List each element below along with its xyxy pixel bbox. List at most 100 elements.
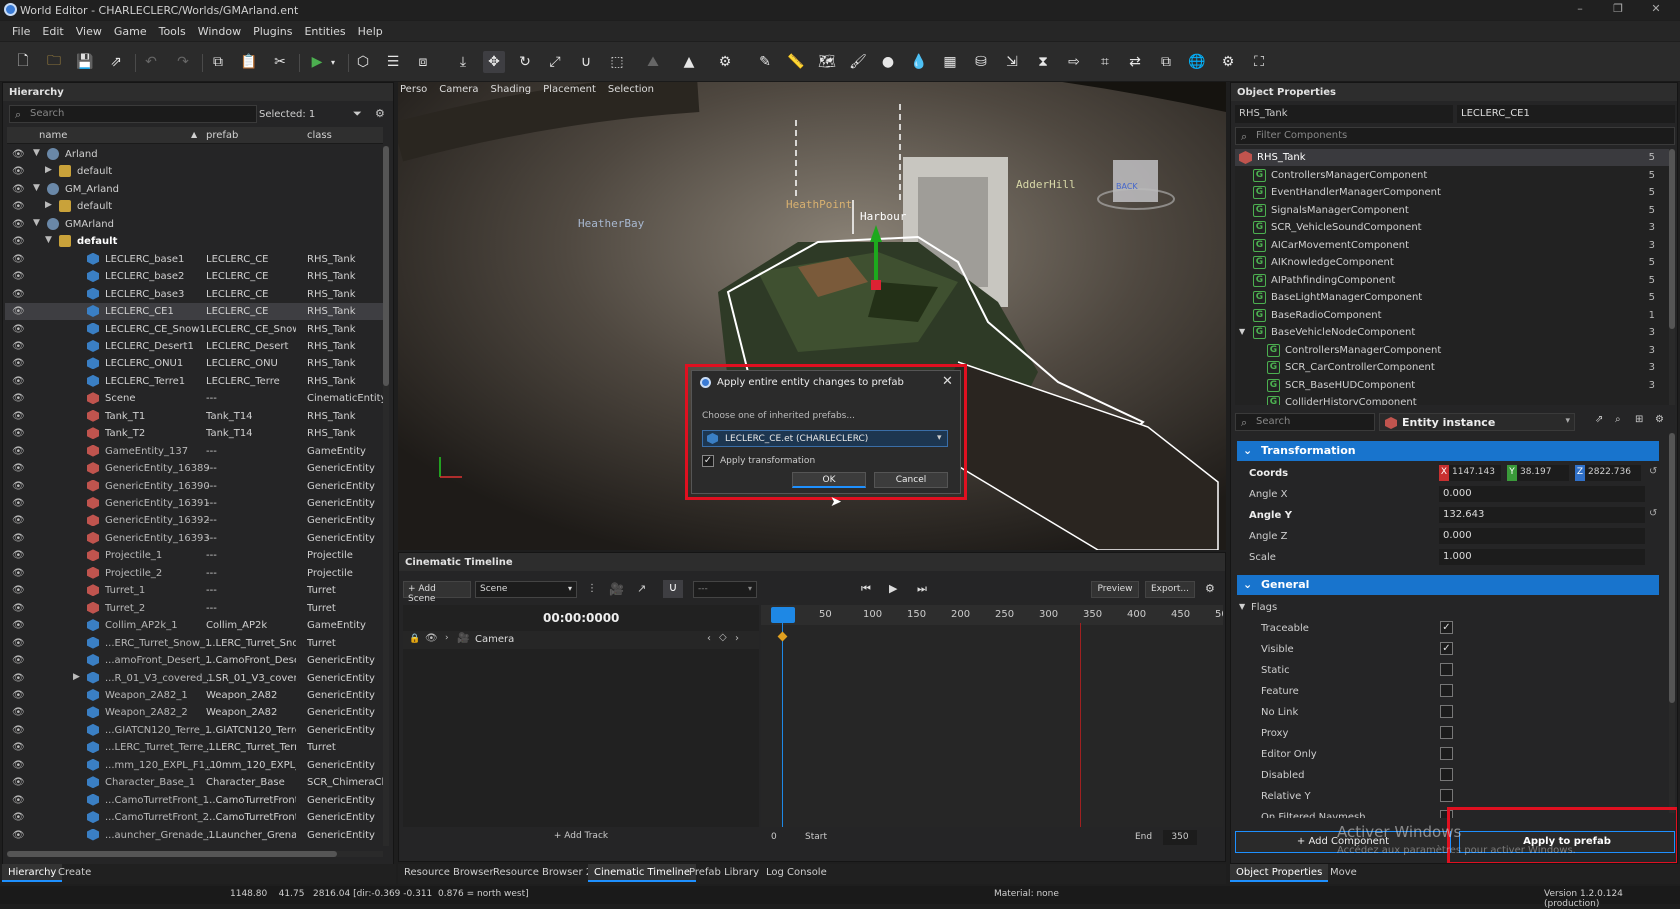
- properties-vscroll[interactable]: [1669, 433, 1675, 813]
- snap-icon[interactable]: ⧈: [412, 51, 434, 73]
- flag-checkbox[interactable]: [1440, 726, 1453, 739]
- flags-row[interactable]: ▼ Flags: [1231, 597, 1671, 617]
- visibility-eye-icon[interactable]: 👁: [12, 515, 25, 526]
- hierarchy-row[interactable]: 👁 Character_Base_1 Character_Base SCR_Chime…: [5, 774, 383, 791]
- hierarchy-row[interactable]: 👁 ...ERC_Turret_Snow_1...LERC_Turret_Snow…: [5, 635, 383, 652]
- hierarchy-row[interactable]: 👁 ▼ Arland: [5, 146, 383, 163]
- track-select[interactable]: --- ▾: [693, 581, 757, 598]
- sort-up-icon[interactable]: ▲: [191, 130, 197, 139]
- hierarchy-row[interactable]: 👁 ...auncher_Grenade_1...Launcher_Grenade…: [5, 827, 383, 844]
- visibility-eye-icon[interactable]: 👁: [12, 585, 25, 596]
- stack-icon[interactable]: ⧉: [1155, 51, 1177, 73]
- visibility-eye-icon[interactable]: 👁: [12, 201, 25, 212]
- next-key-icon[interactable]: ›: [735, 633, 739, 644]
- hierarchy-row[interactable]: 👁 Tank_T2 Tank_T14 RHS_Tank: [5, 425, 383, 442]
- tab-move[interactable]: Move: [1324, 864, 1363, 882]
- visibility-eye-icon[interactable]: 👁: [12, 533, 25, 544]
- visibility-eye-icon[interactable]: 👁: [12, 707, 25, 718]
- place-icon[interactable]: ⤓: [452, 51, 474, 73]
- hierarchy-row[interactable]: 👁 LECLERC_base3 LECLERC_CE RHS_Tank: [5, 286, 383, 303]
- component-row[interactable]: ▼ G BaseVehicleNodeComponent 3: [1235, 324, 1671, 341]
- select-rect-icon[interactable]: ⬚: [606, 51, 628, 73]
- visibility-eye-icon[interactable]: 👁: [12, 184, 25, 195]
- close-window-button[interactable]: ✕: [1648, 2, 1664, 18]
- track-row-camera[interactable]: 🔒 👁 › 🎥 Camera ‹ ◇ ›: [403, 631, 759, 649]
- undo-icon[interactable]: ↶: [140, 51, 162, 73]
- component-row[interactable]: G BaseRadioComponent 1: [1235, 307, 1671, 324]
- play-dropdown-icon[interactable]: ▾: [322, 51, 344, 73]
- visibility-eye-icon[interactable]: 👁: [12, 236, 25, 247]
- reset-icon[interactable]: ↺: [1649, 508, 1657, 519]
- coord-z-input[interactable]: 2822.736: [1585, 465, 1641, 481]
- entity-name-field[interactable]: LECLERC_CE1: [1457, 105, 1675, 123]
- tab-resource-browser[interactable]: Resource Browser: [398, 864, 500, 882]
- hierarchy-row[interactable]: 👁 ▶ ...R_01_V3_covered_1...SR_01_V3_covere…: [5, 670, 383, 687]
- hierarchy-row[interactable]: 👁 Tank_T1 Tank_T14 RHS_Tank: [5, 408, 383, 425]
- open-folder-icon[interactable]: 🗀: [43, 51, 65, 73]
- network-icon[interactable]: ⛶: [1248, 51, 1270, 73]
- chevron-right-icon[interactable]: ›: [445, 633, 449, 643]
- camera-keyframe[interactable]: [777, 631, 788, 642]
- tab-create[interactable]: Create: [52, 864, 97, 882]
- paste-icon[interactable]: 📋: [238, 51, 260, 73]
- hierarchy-row[interactable]: 👁 Projectile_2 --- Projectile: [5, 565, 383, 582]
- sphere-icon[interactable]: ●: [877, 51, 899, 73]
- menu-window[interactable]: Window: [198, 25, 241, 38]
- move-tool-icon[interactable]: ✥: [483, 51, 505, 73]
- expand-arrow-icon[interactable]: ▼: [45, 235, 52, 245]
- tab-log-console[interactable]: Log Console: [760, 864, 833, 882]
- visibility-eye-icon[interactable]: 👁: [12, 498, 25, 509]
- import-icon[interactable]: ⇲: [1001, 51, 1023, 73]
- flag-checkbox[interactable]: ✓: [1440, 621, 1453, 634]
- timeline-settings-icon[interactable]: ⚙: [1205, 582, 1215, 595]
- hierarchy-row[interactable]: 👁 ▼ default: [5, 233, 383, 250]
- expand-arrow-icon[interactable]: ▼: [33, 218, 40, 228]
- expand-arrow-icon[interactable]: ▶: [73, 672, 80, 682]
- visibility-eye-icon[interactable]: 👁: [12, 428, 25, 439]
- crop-icon[interactable]: ⌗: [1094, 51, 1116, 73]
- brush-tool-icon[interactable]: ⚙: [714, 51, 736, 73]
- hierarchy-row[interactable]: 👁 Turret_2 --- Turret: [5, 600, 383, 617]
- locate-icon[interactable]: ⌕: [1615, 414, 1621, 425]
- visibility-eye-icon[interactable]: 👁: [12, 463, 25, 474]
- hierarchy-row[interactable]: 👁 Weapon_2A82_2 Weapon_2A82 GenericEntity: [5, 704, 383, 721]
- gizmo-back-label[interactable]: BACK: [1116, 182, 1138, 191]
- visibility-eye-icon[interactable]: 👁: [12, 324, 25, 335]
- visibility-eye-icon[interactable]: 👁: [12, 358, 25, 369]
- viewport-menu-camera[interactable]: Camera: [439, 84, 478, 97]
- cancel-button[interactable]: Cancel: [874, 472, 948, 488]
- visibility-eye-icon[interactable]: 👁: [12, 603, 25, 614]
- flag-checkbox[interactable]: [1440, 705, 1453, 718]
- visibility-eye-icon[interactable]: 👁: [12, 446, 25, 457]
- hierarchy-row[interactable]: 👁 ...GIATCN120_Terre_1 ...GIATCN120_Terre G…: [5, 722, 383, 739]
- component-row[interactable]: G BaseLightManagerComponent 5: [1235, 289, 1671, 306]
- export-button[interactable]: Export...: [1145, 581, 1195, 598]
- visibility-eye-icon[interactable]: 👁: [12, 690, 25, 701]
- visibility-eye-icon[interactable]: 👁: [12, 655, 25, 666]
- expand-arrow-icon[interactable]: ▼: [1239, 327, 1245, 336]
- swap-icon[interactable]: ⇄: [1124, 51, 1146, 73]
- visibility-eye-icon[interactable]: 👁: [12, 812, 25, 823]
- visibility-eye-icon[interactable]: 👁: [12, 568, 25, 579]
- hierarchy-row[interactable]: 👁 GenericEntity_16392 --- GenericEntity: [5, 512, 383, 529]
- component-row[interactable]: RHS_Tank 5: [1235, 149, 1671, 166]
- hierarchy-settings-icon[interactable]: ⚙: [375, 107, 385, 120]
- keyframe-icon[interactable]: ◇: [719, 632, 727, 643]
- component-row[interactable]: G ColliderHistoryComponent: [1235, 394, 1671, 405]
- flag-checkbox[interactable]: [1440, 768, 1453, 781]
- visibility-eye-icon[interactable]: 👁: [12, 481, 25, 492]
- map-icon[interactable]: 🗺: [816, 51, 838, 73]
- cube-icon[interactable]: ⬡: [352, 51, 374, 73]
- filter-components-input[interactable]: ⌕ Filter Components: [1235, 127, 1675, 145]
- export2-icon[interactable]: ⇨: [1063, 51, 1085, 73]
- hierarchy-row[interactable]: 👁 LECLERC_Terre1 LECLERC_Terre RHS_Tank: [5, 373, 383, 390]
- copy-icon[interactable]: ⧉: [207, 51, 229, 73]
- open-external-icon[interactable]: ⇗: [1595, 414, 1603, 425]
- visibility-eye-icon[interactable]: 👁: [12, 271, 25, 282]
- hierarchy-row[interactable]: 👁 Collim_AP2k_1 Collim_AP2k GameEntity: [5, 617, 383, 634]
- hierarchy-row[interactable]: 👁 ...LERC_Turret_Terre_1 ...LERC_Turret_Te…: [5, 739, 383, 756]
- general-section[interactable]: ⌄ General: [1237, 575, 1659, 595]
- component-row[interactable]: G EventHandlerManagerComponent 5: [1235, 184, 1671, 201]
- hierarchy-row[interactable]: 👁 Scene --- CinematicEntity: [5, 390, 383, 407]
- play-timeline-icon[interactable]: ▶: [889, 582, 897, 595]
